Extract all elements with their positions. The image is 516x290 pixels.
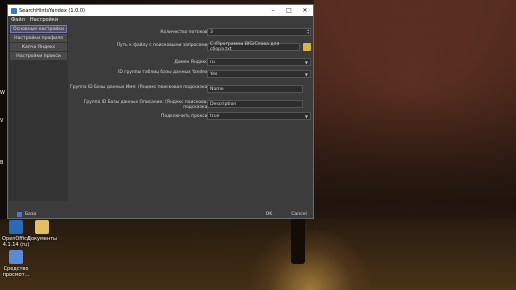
sidebar-item-captcha[interactable]: Капча Яндекс [10, 43, 67, 51]
openoffice-icon [9, 220, 23, 234]
maximize-button[interactable]: □ [281, 5, 297, 16]
documents-icon [35, 220, 49, 234]
desktop-icon-label: OpenOffice 4.1.14 (ru) [2, 236, 30, 248]
desktop-icon-label: Средство просмот... [2, 266, 30, 278]
desktop-icon-viewer[interactable]: Средство просмот... [1, 250, 31, 278]
chevron-down-icon: ▼ [304, 72, 308, 77]
path-label: Путь к файлу с поисковыми запросами: [116, 43, 209, 48]
wallpaper-figure [291, 212, 305, 264]
close-button[interactable]: ✕ [297, 5, 313, 16]
table-id-label: ID группы таблиц базы данных Yandex: [118, 70, 209, 75]
cancel-button[interactable]: Cancel [289, 211, 309, 218]
title-bar[interactable]: SearchHintsYandex (1.0.0) – □ ✕ [8, 5, 313, 16]
spin-arrows-icon[interactable]: ▴ ▾ [307, 28, 309, 35]
base-label: База [25, 212, 37, 217]
path-value: C:/Программа BIG/Слова для сбора.txt [210, 42, 280, 52]
sidebar-item-proxy[interactable]: Настройки прокси [10, 52, 67, 60]
domain-select[interactable]: ru ▼ [207, 58, 311, 66]
menu-file[interactable]: Файл [11, 17, 25, 23]
group-desc-value: Description [210, 101, 237, 107]
desktop-icon-documents[interactable]: Документы [27, 220, 57, 242]
proxy-select[interactable]: true ▼ [207, 112, 311, 120]
settings-form: Количество потоков: 3 ▴ ▾ Путь к файлу с … [69, 25, 314, 201]
minimize-button[interactable]: – [265, 5, 281, 16]
ok-button[interactable]: OK [263, 211, 275, 218]
settings-sidebar: Основные настройки Настройки профиля Кап… [9, 25, 68, 201]
wallpaper-path [250, 230, 370, 290]
table-id-select[interactable]: Yes ▼ [207, 70, 311, 78]
app-window: SearchHintsYandex (1.0.0) – □ ✕ Файл Нас… [7, 4, 314, 219]
threads-spinbox[interactable]: 3 ▴ ▾ [207, 28, 311, 36]
threads-value: 3 [210, 29, 213, 35]
chevron-down-icon: ▼ [304, 60, 308, 65]
group-desc-label: Группа ID Базы данных Описание: (Яндекс … [83, 100, 209, 110]
group-desc-input[interactable]: Description [207, 100, 303, 108]
folder-icon[interactable] [303, 43, 311, 51]
domain-value: ru [210, 59, 215, 65]
table-id-value: Yes [210, 71, 218, 77]
group-name-value: Name [210, 86, 224, 92]
window-footer: База OK Cancel [9, 210, 313, 219]
chevron-down-icon: ▼ [304, 114, 308, 119]
app-icon [11, 7, 17, 14]
viewer-icon [9, 250, 23, 264]
sidebar-item-profile[interactable]: Настройки профиля [10, 34, 67, 42]
proxy-label: Подключить прокси: [161, 114, 209, 119]
path-input[interactable]: C:/Программа BIG/Слова для сбора.txt [207, 42, 300, 52]
proxy-value: true [210, 113, 220, 119]
menu-settings[interactable]: Настройки [30, 17, 58, 23]
group-name-input[interactable]: Name [207, 85, 303, 93]
checkbox-icon[interactable] [17, 212, 22, 217]
domain-label: Домен Яндекс: [174, 60, 209, 65]
desktop-icon-label: Документы [27, 236, 57, 242]
group-name-label: Группа ID Базы данных Имя: (Яндекс поиск… [70, 85, 209, 90]
sidebar-item-main[interactable]: Основные настройки [10, 25, 67, 33]
window-title: SearchHintsYandex (1.0.0) [19, 7, 85, 14]
menu-bar: Файл Настройки [8, 16, 313, 24]
threads-label: Количество потоков: [160, 30, 209, 35]
